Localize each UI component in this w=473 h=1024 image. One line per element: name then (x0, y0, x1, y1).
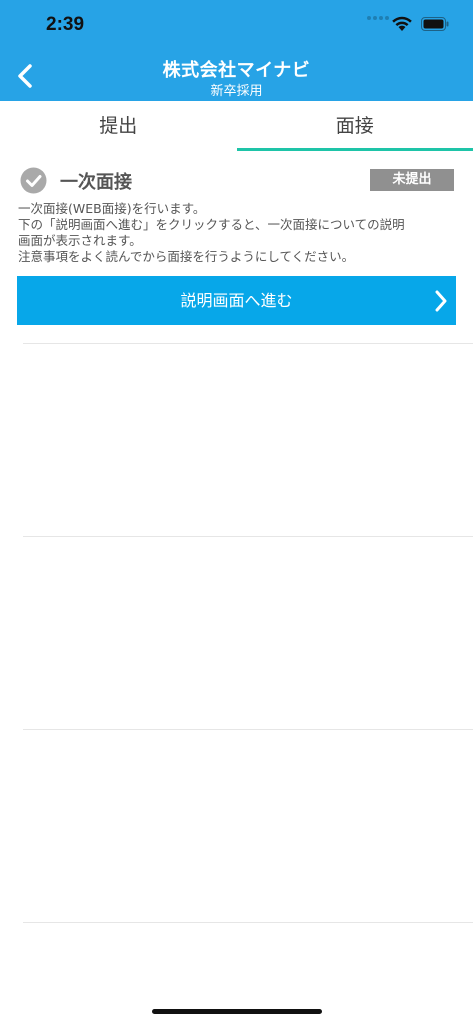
tab-interview[interactable]: 面接 (236, 101, 473, 151)
description-line: 注意事項をよく読んでから面接を行うようにしてください。 (18, 249, 355, 264)
app-header: 2:39 株式会社マイナビ 新卒採用 (0, 0, 473, 101)
interview-header: 一次面接 未提出 (20, 167, 456, 195)
battery-icon (421, 17, 449, 31)
proceed-to-explanation-button[interactable]: 説明画面へ進む (17, 276, 456, 325)
divider (23, 729, 473, 730)
interview-description: 一次面接(WEB面接)を行います。 下の「説明画面へ進む」をクリックすると、一次… (18, 201, 458, 265)
tab-bar: 提出 面接 (0, 101, 473, 151)
status-badge: 未提出 (370, 169, 454, 191)
description-line: 画面が表示されます。 (18, 233, 142, 248)
status-time: 2:39 (46, 14, 85, 35)
wifi-icon (392, 16, 412, 31)
cellular-signal-icon (367, 15, 389, 21)
page-subtitle: 新卒採用 (210, 84, 263, 99)
description-line: 一次面接(WEB面接)を行います。 (18, 201, 206, 216)
divider (23, 536, 473, 537)
check-circle-icon (20, 167, 47, 194)
tab-submission[interactable]: 提出 (0, 101, 237, 151)
proceed-button-label: 説明画面へ進む (180, 291, 293, 310)
description-line: 下の「説明画面へ進む」をクリックすると、一次面接についての説明 (18, 217, 405, 232)
home-indicator (152, 1009, 322, 1014)
page-title: 株式会社マイナビ (162, 60, 311, 81)
chevron-right-icon (435, 290, 447, 312)
interview-title: 一次面接 (60, 172, 132, 193)
divider (23, 922, 473, 923)
divider (23, 343, 473, 344)
